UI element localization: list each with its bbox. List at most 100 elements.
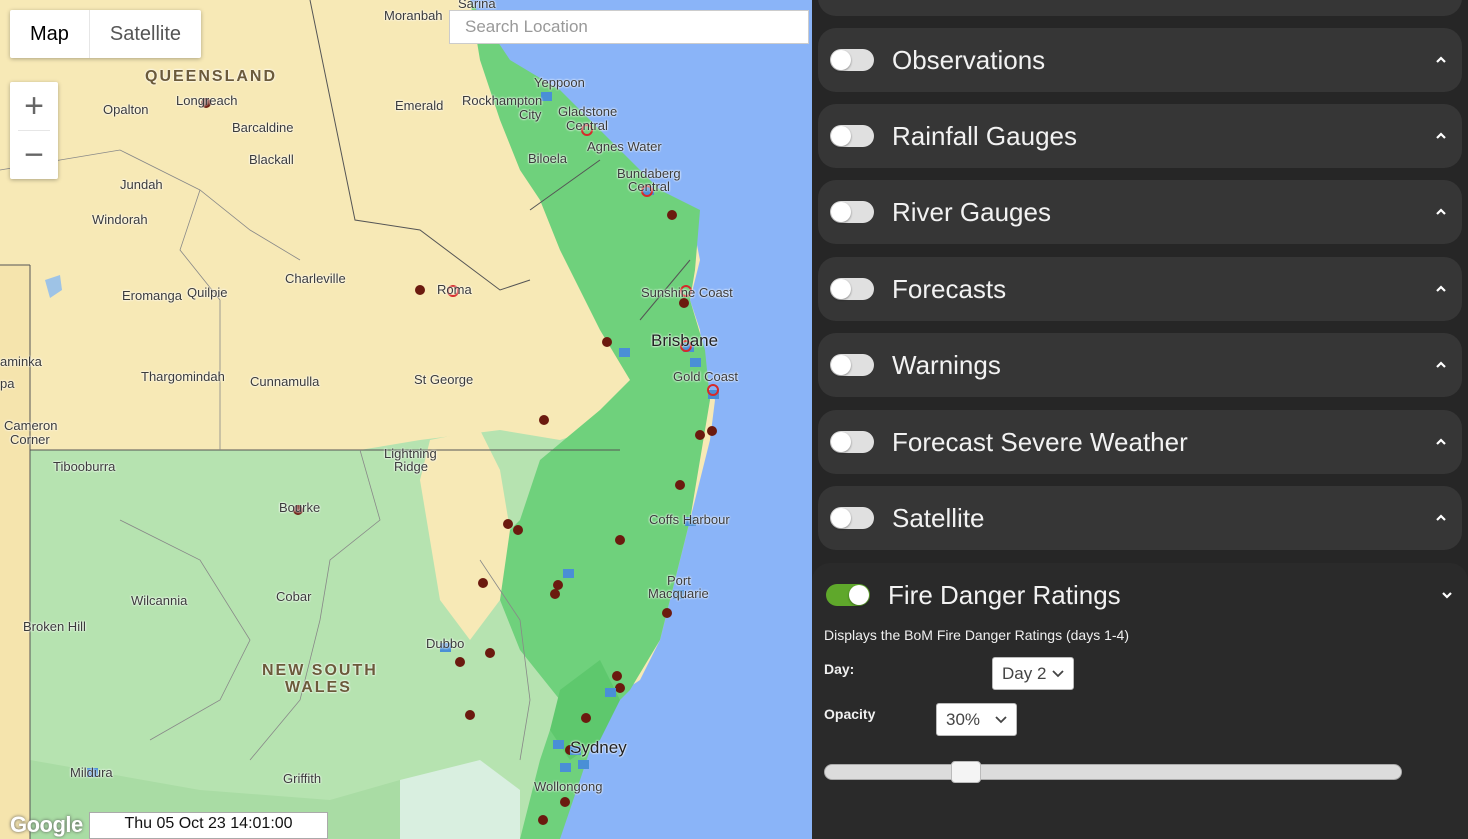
map-label-biloela: Biloela: [528, 151, 568, 166]
map-label-blackall: Blackall: [249, 152, 294, 167]
map-timestamp: Thu 05 Oct 23 14:01:00: [89, 812, 328, 839]
map-label-city: City: [519, 107, 542, 122]
chevron-up-icon[interactable]: [1434, 282, 1448, 296]
fire-danger-description: Displays the BoM Fire Danger Ratings (da…: [824, 627, 1130, 643]
rainfall-gauges-toggle[interactable]: [830, 125, 874, 147]
toggle-knob: [831, 126, 851, 146]
map-label-dubbo: Dubbo: [426, 636, 465, 651]
layer-row-warnings[interactable]: Warnings: [818, 333, 1462, 397]
warnings-toggle[interactable]: [830, 354, 874, 376]
layer-title: Forecast Severe Weather: [892, 426, 1188, 457]
layer-row-hidden: [818, 0, 1462, 16]
map-label-pa: pa: [0, 376, 15, 391]
layer-row-observations[interactable]: Observations: [818, 28, 1462, 92]
map-label-central-2: Central: [628, 179, 670, 194]
layer-title: Observations: [892, 44, 1046, 75]
forecast-severe-weather-toggle[interactable]: [830, 431, 874, 453]
toggle-knob: [831, 432, 851, 452]
fire-danger-title: Fire Danger Ratings: [888, 579, 1121, 610]
map-label-wollongong: Wollongong: [534, 779, 603, 794]
map-label-broken-hill: Broken Hill: [23, 619, 86, 634]
layers-panel: Observations Rainfall Gauges River Gauge…: [812, 0, 1468, 839]
map-canvas[interactable]: Sarina Moranbah QUEENSLAND Opalton Longr…: [0, 0, 812, 839]
map-label-griffith: Griffith: [283, 771, 322, 786]
map-label-new-south: NEW SOUTH: [262, 662, 378, 679]
opacity-select[interactable]: 30%: [936, 703, 1017, 736]
map-label-thargomindah: Thargomindah: [141, 369, 225, 384]
map-label-cobar: Cobar: [276, 589, 312, 604]
map-label-opalton: Opalton: [103, 102, 149, 117]
map-type-control: Map Satellite: [10, 10, 202, 58]
map-type-map-button[interactable]: Map: [10, 10, 90, 58]
map-label-charleville: Charleville: [285, 271, 346, 286]
map-label-gladstone: Gladstone: [558, 104, 618, 119]
map-label-macquarie: Macquarie: [648, 586, 709, 601]
map-label-agnes-water: Agnes Water: [587, 139, 662, 154]
map-label-st-george: St George: [414, 372, 474, 387]
river-gauges-toggle[interactable]: [830, 201, 874, 223]
google-logo: Google: [10, 812, 83, 837]
chevron-down-icon[interactable]: [1440, 588, 1454, 602]
search-location-input[interactable]: [449, 10, 809, 44]
map-label-ridge: Ridge: [394, 459, 428, 474]
forecasts-toggle[interactable]: [830, 278, 874, 300]
map-label-sunshine-coast: Sunshine Coast: [641, 285, 733, 300]
map-label-gold-coast: Gold Coast: [673, 369, 739, 384]
map-label-sydney: Sydney: [570, 738, 627, 757]
chevron-up-icon[interactable]: [1434, 358, 1448, 372]
chevron-down-icon: [1052, 670, 1064, 678]
map-label-aminka: aminka: [0, 354, 42, 369]
map-label-cunnamulla: Cunnamulla: [250, 374, 320, 389]
map-label-longreach: Longreach: [176, 93, 238, 108]
map-label-wales: WALES: [285, 679, 352, 696]
opacity-label: Opacity: [824, 706, 876, 722]
map-label-jundah: Jundah: [120, 177, 163, 192]
day-select[interactable]: Day 2: [992, 657, 1074, 690]
map-label-coffs-harbour: Coffs Harbour: [649, 512, 730, 527]
map-label-cameron: Cameron: [4, 418, 58, 433]
toggle-knob: [849, 585, 869, 605]
map-type-satellite-button[interactable]: Satellite: [90, 10, 201, 58]
fire-danger-toggle[interactable]: [826, 584, 870, 606]
zoom-out-button[interactable]: −: [10, 131, 58, 179]
toggle-knob: [831, 508, 851, 528]
layer-title: Warnings: [892, 349, 1001, 380]
layer-row-river-gauges[interactable]: River Gauges: [818, 180, 1462, 244]
opacity-select-value: 30%: [946, 709, 981, 729]
chevron-up-icon[interactable]: [1434, 129, 1448, 143]
map-markers: [87, 92, 719, 825]
toggle-knob: [831, 202, 851, 222]
toggle-knob: [831, 355, 851, 375]
zoom-control: + −: [10, 82, 58, 179]
layer-title: Rainfall Gauges: [892, 120, 1077, 151]
chevron-up-icon[interactable]: [1434, 205, 1448, 219]
map-label-brisbane: Brisbane: [651, 331, 719, 350]
layer-row-forecasts[interactable]: Forecasts: [818, 257, 1462, 321]
map-label-windorah: Windorah: [92, 212, 148, 227]
fire-danger-header[interactable]: Fire Danger Ratings: [812, 563, 1468, 627]
satellite-toggle[interactable]: [830, 507, 874, 529]
chevron-up-icon[interactable]: [1434, 435, 1448, 449]
layer-title: Satellite: [892, 502, 985, 533]
opacity-slider[interactable]: [824, 761, 1402, 783]
layer-title: Forecasts: [892, 273, 1007, 304]
map-label-corner: Corner: [10, 432, 50, 447]
layer-row-rainfall-gauges[interactable]: Rainfall Gauges: [818, 104, 1462, 168]
opacity-slider-thumb[interactable]: [951, 761, 981, 783]
zoom-in-button[interactable]: +: [10, 82, 58, 130]
day-select-value: Day 2: [1002, 663, 1047, 683]
layer-row-satellite[interactable]: Satellite: [818, 486, 1462, 550]
map-label-roma: Roma: [437, 282, 472, 297]
observations-toggle[interactable]: [830, 49, 874, 71]
map-label-quilpie: Quilpie: [187, 285, 228, 300]
map-label-yeppoon: Yeppoon: [534, 75, 585, 90]
map-label-mildura: Mildura: [70, 765, 113, 780]
map-label-barcaldine: Barcaldine: [232, 120, 294, 135]
toggle-knob: [831, 279, 851, 299]
chevron-up-icon[interactable]: [1434, 53, 1448, 67]
day-label: Day:: [824, 661, 855, 677]
layer-row-forecast-severe-weather[interactable]: Forecast Severe Weather: [818, 410, 1462, 474]
toggle-knob: [831, 50, 851, 70]
fire-danger-ratings-section: Fire Danger Ratings Displays the BoM Fir…: [812, 563, 1468, 839]
chevron-up-icon[interactable]: [1434, 511, 1448, 525]
